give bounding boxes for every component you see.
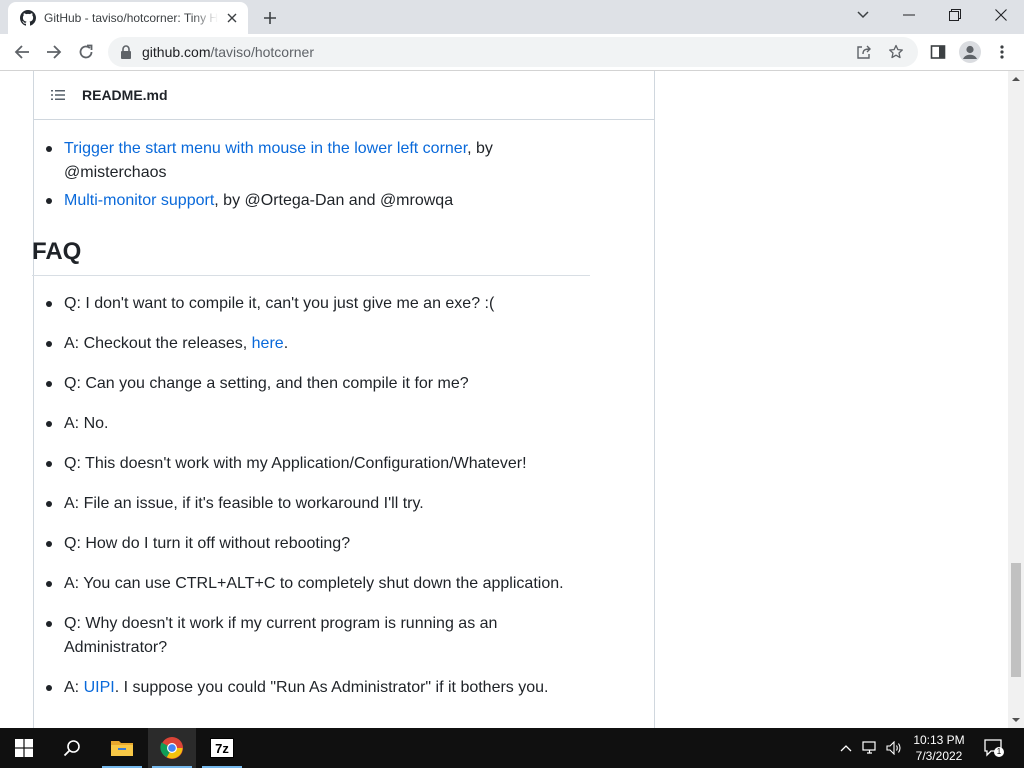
- faq-item: A: Checkout the releases, here.: [32, 332, 590, 356]
- faq-item: Q: How do I turn it off without rebootin…: [32, 532, 590, 556]
- uipi-link[interactable]: UIPI: [84, 679, 115, 696]
- browser-tab[interactable]: GitHub - taviso/hotcorner: Tiny Hot Corn…: [8, 2, 248, 34]
- bookmark-star-icon[interactable]: [888, 44, 904, 60]
- page-viewport: README.md Trigger the start menu with mo…: [0, 71, 1008, 728]
- reload-icon[interactable]: [72, 38, 100, 66]
- svg-text:7z: 7z: [215, 741, 229, 756]
- taskbar-chrome[interactable]: [148, 728, 196, 768]
- faq-item: A: No.: [32, 412, 590, 436]
- faq-item: Q: Can you change a setting, and then co…: [32, 372, 590, 396]
- profile-avatar-icon[interactable]: [956, 38, 984, 66]
- menu-kebab-icon[interactable]: [988, 38, 1016, 66]
- faq-text: A: File an issue, if it's feasible to wo…: [64, 495, 424, 512]
- tray-overflow-chevron-icon[interactable]: [838, 740, 854, 756]
- github-icon: [20, 10, 36, 26]
- readme-filename: README.md: [82, 87, 168, 103]
- windows-logo-icon: [15, 739, 33, 757]
- side-panel-icon[interactable]: [924, 38, 952, 66]
- lock-icon[interactable]: [120, 45, 132, 59]
- faq-text: A: You can use CTRL+ALT+C to completely …: [64, 575, 564, 592]
- list-item: Multi-monitor support, by @Ortega-Dan an…: [32, 189, 590, 213]
- volume-icon[interactable]: [886, 740, 902, 756]
- tab-close-icon[interactable]: [224, 10, 240, 26]
- faq-text: Q: I don't want to compile it, can't you…: [64, 295, 495, 312]
- back-icon[interactable]: [8, 38, 36, 66]
- network-icon[interactable]: [862, 740, 878, 756]
- readme-header: README.md: [34, 71, 654, 120]
- minimize-icon[interactable]: [886, 0, 932, 30]
- taskbar-clock[interactable]: 10:13 PM 7/3/2022: [902, 732, 976, 764]
- faq-text: A: No.: [64, 415, 109, 432]
- contribution-text: , by @Ortega-Dan and @mrowqa: [214, 192, 454, 209]
- notification-icon[interactable]: 1: [984, 739, 1004, 757]
- 7zip-icon: 7z: [210, 738, 234, 758]
- tab-strip: GitHub - taviso/hotcorner: Tiny Hot Corn…: [0, 0, 1024, 34]
- clock-time: 10:13 PM: [913, 733, 965, 747]
- new-tab-icon[interactable]: [258, 7, 282, 29]
- chrome-icon: [160, 736, 184, 760]
- url-text: github.com/taviso/hotcorner: [142, 44, 314, 60]
- address-bar[interactable]: github.com/taviso/hotcorner: [108, 37, 918, 67]
- faq-text: Q: How do I turn it off without rebootin…: [64, 535, 351, 552]
- contribution-link[interactable]: Trigger the start menu with mouse in the…: [64, 140, 467, 157]
- browser-toolbar: github.com/taviso/hotcorner: [0, 34, 1024, 71]
- search-icon: [63, 739, 81, 757]
- restore-icon[interactable]: [932, 0, 978, 30]
- faq-text: A: Checkout the releases,: [64, 335, 252, 352]
- faq-item: Q: I don't want to compile it, can't you…: [32, 292, 590, 316]
- list-item: Trigger the start menu with mouse in the…: [32, 137, 590, 185]
- faq-item: A: File an issue, if it's feasible to wo…: [32, 492, 590, 516]
- markdown-body: Trigger the start menu with mouse in the…: [32, 137, 590, 716]
- close-window-icon[interactable]: [978, 0, 1024, 30]
- search-button[interactable]: [48, 728, 96, 768]
- scroll-up-icon[interactable]: [1008, 71, 1024, 87]
- scroll-down-icon[interactable]: [1008, 712, 1024, 728]
- faq-item: A: UIPI. I suppose you could "Run As Adm…: [32, 676, 590, 700]
- taskbar-7zip[interactable]: 7z: [198, 728, 246, 768]
- faq-text: Q: Can you change a setting, and then co…: [64, 375, 469, 392]
- taskbar-file-explorer[interactable]: [98, 728, 146, 768]
- faq-text: A:: [64, 679, 84, 696]
- notification-count: 1: [996, 747, 1002, 756]
- releases-link[interactable]: here: [252, 335, 284, 352]
- faq-text: Q: This doesn't work with my Application…: [64, 455, 527, 472]
- faq-text-tail: .: [283, 335, 289, 352]
- faq-item: A: You can use CTRL+ALT+C to completely …: [32, 572, 590, 596]
- faq-item: Q: Why doesn't it work if my current pro…: [32, 612, 590, 660]
- clock-date: 7/3/2022: [915, 749, 963, 763]
- faq-list: Q: I don't want to compile it, can't you…: [32, 292, 590, 700]
- faq-text: Q: Why doesn't it work if my current pro…: [64, 615, 498, 656]
- faq-item: Q: This doesn't work with my Application…: [32, 452, 590, 476]
- tab-title: GitHub - taviso/hotcorner: Tiny Hot Corn…: [44, 11, 218, 25]
- contribution-link[interactable]: Multi-monitor support: [64, 192, 214, 209]
- contributions-list: Trigger the start menu with mouse in the…: [32, 137, 590, 213]
- page-scrollbar[interactable]: [1008, 71, 1024, 728]
- table-of-contents-icon[interactable]: [50, 87, 66, 103]
- windows-taskbar: 7z 10:13 PM 7/3/2022 1: [0, 728, 1024, 768]
- scrollbar-thumb[interactable]: [1011, 563, 1021, 677]
- share-icon[interactable]: [856, 44, 872, 60]
- faq-heading: FAQ: [32, 237, 590, 276]
- tab-search-icon[interactable]: [840, 0, 886, 30]
- faq-text-tail: . I suppose you could "Run As Administra…: [114, 679, 549, 696]
- folder-icon: [110, 738, 134, 758]
- forward-icon[interactable]: [40, 38, 68, 66]
- start-button[interactable]: [0, 728, 48, 768]
